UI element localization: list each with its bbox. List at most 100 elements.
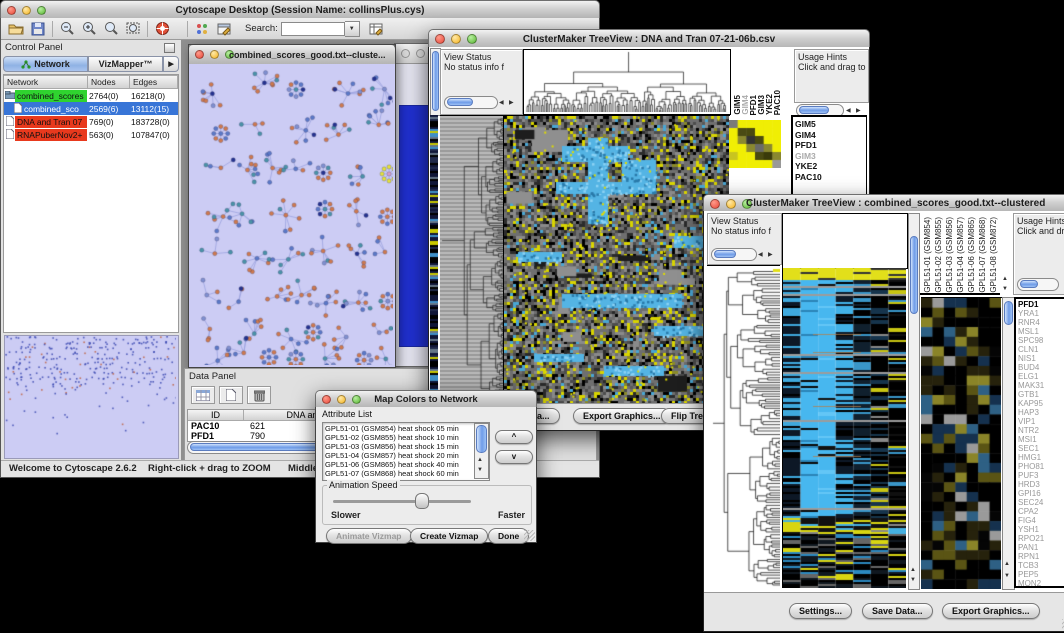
column-header-nodes[interactable]: Nodes	[88, 75, 130, 89]
attribute-item[interactable]: GPL51-02 (GSM855) heat shock 10 min	[323, 433, 489, 442]
tv2-gene-item[interactable]: RPO21	[1016, 534, 1064, 543]
tv2-gene-item[interactable]: RPN1	[1016, 552, 1064, 561]
zoom-in-button[interactable]	[78, 20, 100, 38]
scroll-up-icon[interactable]: ▲	[1002, 275, 1008, 283]
zoom-fit-button[interactable]	[122, 20, 144, 38]
tv2-gene-item[interactable]: PHO81	[1016, 462, 1064, 471]
edit-network-button[interactable]	[213, 20, 235, 38]
scroll-up-icon[interactable]: ▲	[910, 566, 916, 574]
tv2-column-label[interactable]: GPL51-08 (GSM872)	[988, 217, 999, 293]
scroll-down-icon[interactable]: ▼	[1002, 285, 1008, 293]
tv1-global-pixel-strip[interactable]	[430, 115, 438, 405]
tv2-main-vscrollbar[interactable]: ▲ ▼	[908, 213, 920, 590]
create-attribute-icon[interactable]	[219, 386, 243, 404]
tv1-status-scrollbar[interactable]	[444, 96, 498, 109]
tv1-main-heatmap[interactable]	[504, 116, 729, 406]
tv1-gene-item[interactable]: GIM4	[793, 130, 866, 141]
tv2-gene-item[interactable]: HRD3	[1016, 480, 1064, 489]
birdseye-canvas[interactable]	[5, 336, 176, 456]
scroll-up-icon[interactable]: ▲	[477, 456, 483, 464]
data-column-id[interactable]: ID	[188, 410, 244, 420]
delete-attribute-icon[interactable]	[247, 386, 271, 404]
search-input[interactable]	[281, 22, 345, 36]
tv2-gene-item[interactable]: FIG4	[1016, 516, 1064, 525]
tv2-settings-button[interactable]: Settings...	[789, 603, 852, 619]
tv2-gene-item[interactable]: NTR2	[1016, 426, 1064, 435]
select-attributes-icon[interactable]	[191, 386, 215, 404]
tv1-gene-item[interactable]: GIM5	[793, 119, 866, 130]
main-window-titlebar[interactable]: Cytoscape Desktop (Session Name: collins…	[0, 0, 600, 20]
close-button[interactable]	[710, 199, 720, 209]
network-row[interactable]: DNA and Tran 07 769(0) 183728(0)	[4, 115, 178, 128]
tv2-row-dendrogram[interactable]	[707, 266, 780, 589]
tv2-hints-scrollbar[interactable]	[1017, 278, 1059, 291]
attribute-item[interactable]: GPL51-04 (GSM857) heat shock 20 min	[323, 451, 489, 460]
tv2-gene-item[interactable]: CLN1	[1016, 345, 1064, 354]
attribute-browser-button[interactable]	[366, 20, 388, 38]
tv2-gene-item[interactable]: PUF3	[1016, 471, 1064, 480]
tv2-gene-item[interactable]: GPI16	[1016, 489, 1064, 498]
tv1-gene-item[interactable]: PFD1	[793, 140, 866, 151]
help-lifering-button[interactable]	[151, 20, 173, 38]
attribute-item[interactable]: GPL51-07 (GSM868) heat shock 60 min	[323, 469, 489, 478]
minimize-button[interactable]	[210, 50, 219, 59]
scroll-left-icon[interactable]: ◀	[499, 99, 504, 107]
attribute-item[interactable]: GPL51-01 (GSM854) heat shock 05 min	[323, 424, 489, 433]
tv2-column-label[interactable]: GPL51-03 (GSM856)	[944, 217, 955, 293]
tv2-gene-item[interactable]: SEC1	[1016, 444, 1064, 453]
scroll-right-icon[interactable]: ▶	[856, 107, 861, 115]
tv2-gene-item[interactable]: VIP1	[1016, 417, 1064, 426]
scroll-down-icon[interactable]: ▼	[477, 466, 483, 474]
move-up-button[interactable]: ^	[495, 430, 533, 444]
tv2-gene-item[interactable]: TCB3	[1016, 561, 1064, 570]
tv2-gene-item[interactable]: ELG1	[1016, 372, 1064, 381]
tv2-column-label[interactable]: GPL51-01 (GSM854)	[922, 217, 933, 293]
tv1-export-graphics-button[interactable]: Export Graphics...	[573, 408, 671, 424]
tv2-gene-item[interactable]: MAK31	[1016, 381, 1064, 390]
tv1-gene-item[interactable]: GIM3	[793, 151, 866, 162]
tv2-gene-item[interactable]: PAN1	[1016, 543, 1064, 552]
tv2-main-heatmap[interactable]	[783, 268, 906, 588]
tv2-gene-item[interactable]: CPA2	[1016, 507, 1064, 516]
search-dropdown-button[interactable]: ▼	[345, 21, 360, 37]
tv2-gene-item[interactable]: MSI1	[1016, 435, 1064, 444]
tv1-zoom-heatmap[interactable]	[729, 120, 781, 168]
tv1-gene-item[interactable]: YKE2	[793, 161, 866, 172]
tv2-gene-item[interactable]: MON2	[1016, 579, 1064, 588]
tv2-gene-item[interactable]: YSH1	[1016, 525, 1064, 534]
tab-overflow-arrow[interactable]: ▶	[163, 56, 179, 72]
speed-slider-thumb[interactable]	[415, 493, 429, 509]
animate-vizmap-button[interactable]: Animate Vizmap	[326, 528, 412, 544]
minimize-button[interactable]	[416, 49, 425, 58]
scroll-left-icon[interactable]: ◀	[758, 251, 763, 259]
network-row[interactable]: RNAPuberNov2+ 563(0) 107847(0)	[4, 128, 178, 141]
tv2-gene-item[interactable]: HAP3	[1016, 408, 1064, 417]
network-row[interactable]: combined_scores 2764(0) 16218(0)	[4, 89, 178, 102]
tv2-gene-item[interactable]: BUD4	[1016, 363, 1064, 372]
scroll-left-icon[interactable]: ◀	[846, 107, 851, 115]
network-graph-canvas[interactable]	[189, 64, 393, 365]
tv2-column-label[interactable]: GPL51-07 (GSM868)	[977, 217, 988, 293]
tv2-column-label[interactable]: GPL51-06 (GSM865)	[966, 217, 977, 293]
save-session-button[interactable]	[27, 20, 49, 38]
vizmapper-button[interactable]	[191, 20, 213, 38]
tv2-export-graphics-button[interactable]: Export Graphics...	[942, 603, 1040, 619]
tv2-column-label[interactable]: GPL51-04 (GSM857)	[955, 217, 966, 293]
close-button[interactable]	[401, 49, 410, 58]
tv2-status-scrollbar[interactable]	[711, 248, 757, 261]
attribute-item[interactable]: GPL51-06 (GSM865) heat shock 40 min	[323, 460, 489, 469]
tv2-save-data-button[interactable]: Save Data...	[862, 603, 933, 619]
tab-vizmapper[interactable]: VizMapper™	[88, 56, 163, 72]
attribute-list-scrollbar[interactable]: ▲ ▼	[474, 423, 489, 479]
tv2-zoom-heatmap[interactable]	[921, 298, 1001, 589]
tv1-column-dendrogram[interactable]	[524, 50, 728, 112]
column-header-edges[interactable]: Edges	[130, 75, 178, 89]
move-down-button[interactable]: v	[495, 450, 533, 464]
tv2-gene-item[interactable]: HMG1	[1016, 453, 1064, 462]
close-button[interactable]	[195, 50, 204, 59]
scroll-right-icon[interactable]: ▶	[509, 99, 514, 107]
attribute-item[interactable]: GPL51-03 (GSM856) heat shock 15 min	[323, 442, 489, 451]
tv2-column-dendrogram-area[interactable]	[782, 213, 908, 269]
tv2-gene-item[interactable]: KAP95	[1016, 399, 1064, 408]
tv2-gene-item[interactable]: RNR4	[1016, 318, 1064, 327]
